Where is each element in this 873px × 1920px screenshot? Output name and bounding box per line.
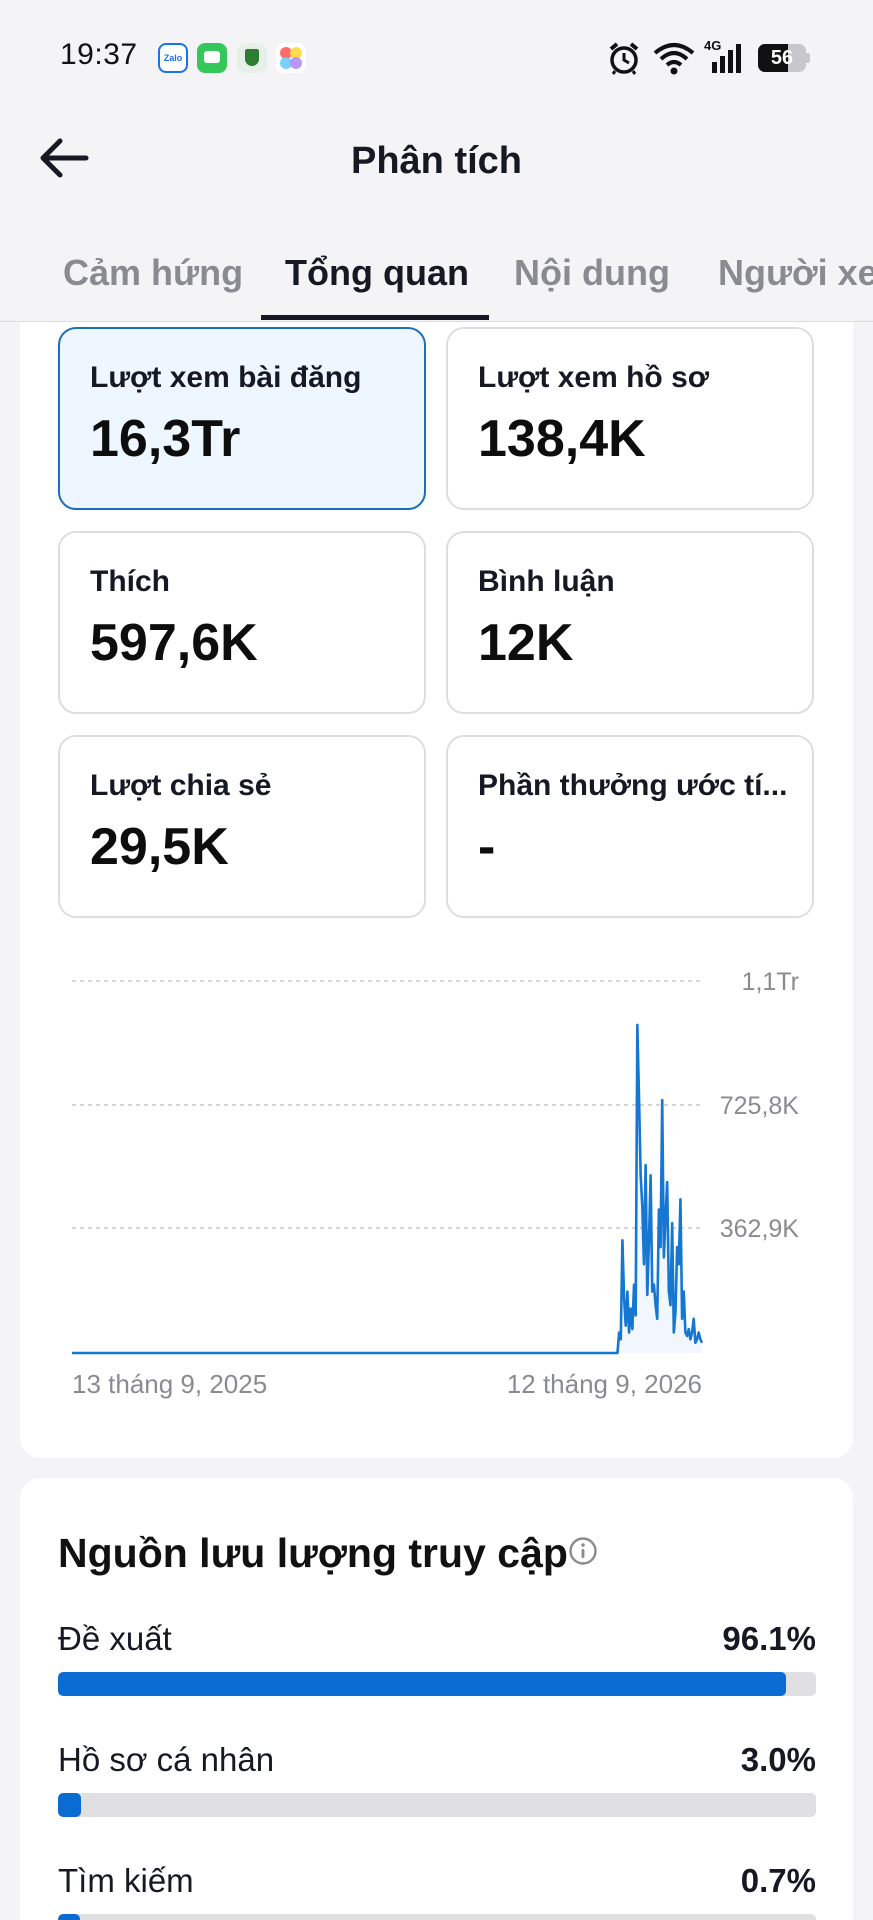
status-bar: 19:37 Zalo 4G 56 bbox=[0, 0, 873, 116]
traffic-source-row: Tìm kiếm 0.7% bbox=[58, 1862, 816, 1920]
cellular-signal-icon bbox=[712, 44, 741, 73]
traffic-source-label: Đề xuất bbox=[58, 1620, 172, 1657]
traffic-sources-panel: Nguồn lưu lượng truy cập Đề xuất 96.1% H… bbox=[20, 1478, 853, 1920]
traffic-source-label: Hồ sơ cá nhân bbox=[58, 1741, 275, 1778]
messages-icon bbox=[197, 43, 227, 73]
traffic-source-bar bbox=[58, 1793, 816, 1817]
battery-icon: 56 bbox=[758, 44, 810, 72]
photos-icon bbox=[276, 43, 306, 73]
chart-x-tick-label: 12 tháng 9, 2026 bbox=[507, 1369, 702, 1399]
chart-series-line bbox=[72, 1023, 704, 1355]
traffic-source-bar-fill bbox=[58, 1793, 81, 1817]
traffic-source-percent: 3.0% bbox=[740, 1741, 816, 1778]
zalo-icon: Zalo bbox=[158, 43, 188, 73]
shield-icon bbox=[237, 43, 267, 73]
wifi-icon bbox=[653, 43, 695, 75]
back-button[interactable] bbox=[34, 130, 98, 186]
tab-overview[interactable]: Tổng quan bbox=[285, 252, 469, 294]
traffic-sources-title: Nguồn lưu lượng truy cập bbox=[58, 1530, 568, 1576]
traffic-source-bar-fill bbox=[58, 1914, 80, 1920]
back-arrow-icon bbox=[40, 138, 89, 178]
chart-y-tick-label: 1,1Tr bbox=[742, 968, 799, 996]
traffic-source-label: Tìm kiếm bbox=[58, 1862, 194, 1899]
tab-bar: Cảm hứng Tổng quan Nội dung Người xem bbox=[0, 232, 873, 322]
status-time: 19:37 bbox=[60, 38, 138, 71]
tab-inspiration[interactable]: Cảm hứng bbox=[63, 252, 243, 294]
traffic-source-percent: 0.7% bbox=[740, 1862, 816, 1899]
tab-viewers[interactable]: Người xem bbox=[718, 252, 873, 294]
overview-panel: Lượt xem bài đăng 16,3Tr Lượt xem hồ sơ … bbox=[20, 322, 853, 1458]
chart-x-tick-label: 13 tháng 9, 2025 bbox=[72, 1369, 267, 1399]
chart-y-tick-label: 725,8K bbox=[720, 1092, 800, 1120]
traffic-source-row: Đề xuất 96.1% bbox=[58, 1620, 816, 1700]
active-tab-indicator bbox=[261, 315, 489, 320]
battery-level: 56 bbox=[770, 47, 794, 69]
info-icon[interactable] bbox=[568, 1536, 598, 1566]
traffic-source-percent: 96.1% bbox=[722, 1620, 816, 1657]
chart-y-tick-label: 362,9K bbox=[720, 1215, 800, 1243]
alarm-icon bbox=[609, 42, 639, 75]
traffic-source-bar-fill bbox=[58, 1672, 787, 1696]
traffic-source-bar bbox=[58, 1914, 816, 1920]
views-line-chart: 1,1Tr 725,8K 362,9K 13 tháng 9, 2025 12 thán… bbox=[72, 968, 800, 1399]
page-title: Phân tích bbox=[350, 140, 523, 182]
tab-content[interactable]: Nội dung bbox=[514, 252, 670, 294]
traffic-source-bar bbox=[58, 1672, 816, 1696]
traffic-source-row: Hồ sơ cá nhân 3.0% bbox=[58, 1741, 816, 1821]
app-bar: Phân tích bbox=[0, 116, 873, 204]
chart-area-fill bbox=[72, 1024, 702, 1353]
